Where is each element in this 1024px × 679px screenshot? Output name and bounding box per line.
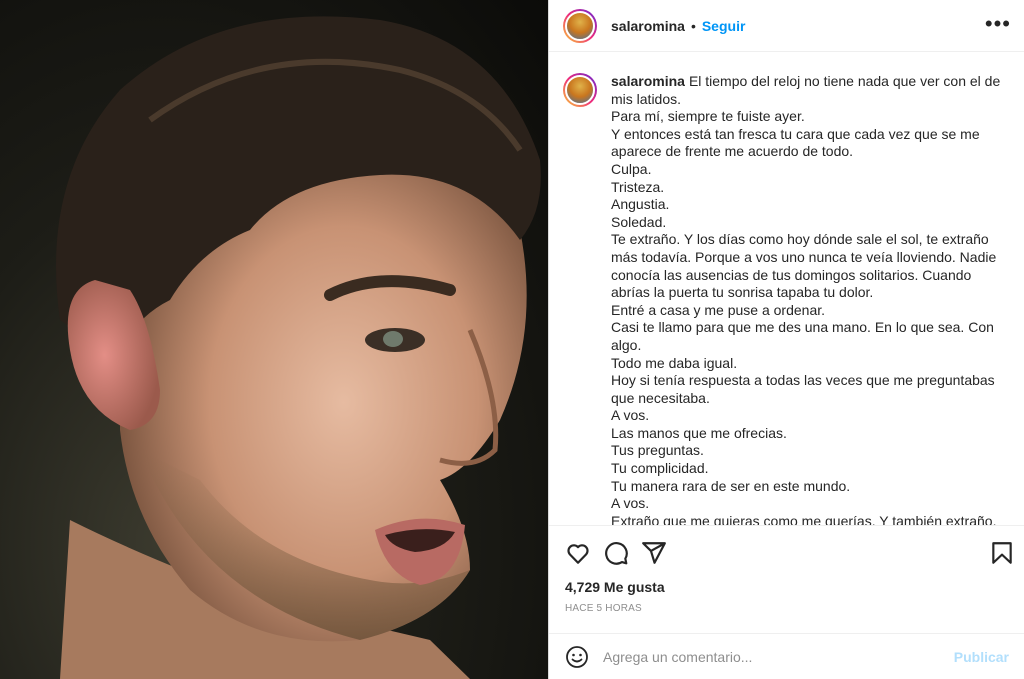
comment-input[interactable] (603, 648, 954, 665)
caption-username[interactable]: salaromina (611, 73, 685, 89)
header-username[interactable]: salaromina (611, 18, 685, 34)
heart-icon[interactable] (565, 540, 591, 566)
caption-line: A vos. (611, 407, 650, 424)
action-bar (549, 525, 1024, 579)
add-comment-bar: Publicar (549, 633, 1024, 679)
caption-line: Hoy si tenía respuesta a todas las veces… (611, 372, 995, 406)
bookmark-icon[interactable] (989, 540, 1015, 566)
caption-line: A vos. (611, 495, 650, 512)
post-side-panel: salaromina • Seguir ••• salaromina El tie… (548, 0, 1024, 679)
portrait-illustration (56, 16, 541, 679)
caption-line: Tristeza. (611, 178, 665, 195)
post-timestamp[interactable]: HACE 5 HORAS (565, 603, 642, 614)
emoji-icon[interactable] (565, 645, 589, 669)
caption-line: Soledad. (611, 213, 667, 230)
caption-line: Para mí, siempre te fuiste ayer. (611, 108, 805, 125)
avatar[interactable] (563, 8, 597, 43)
caption: salaromina El tiempo del reloj no tiene n… (563, 73, 1011, 525)
share-icon[interactable] (641, 540, 667, 566)
caption-line: salaromina El tiempo del reloj no tiene n… (611, 73, 1011, 108)
caption-line: Y entonces está tan fresca tu cara que c… (611, 125, 980, 160)
caption-text: salaromina El tiempo del reloj no tiene n… (611, 73, 1011, 525)
caption-line: Culpa. (611, 160, 652, 177)
caption-line: Entré a casa y me puse a ordenar. (611, 301, 826, 318)
caption-avatar[interactable] (563, 73, 597, 107)
comment-icon[interactable] (603, 540, 629, 566)
caption-line: Extraño que me quieras como me querías. … (611, 512, 997, 525)
caption-line: Te extraño. Y los días como hoy dónde sa… (611, 231, 997, 301)
caption-line: Casi te llamo para que me des una mano. … (611, 319, 994, 353)
comments-area[interactable]: salaromina El tiempo del reloj no tiene n… (549, 53, 1024, 525)
instagram-post: salaromina • Seguir ••• salaromina El tie… (0, 0, 1024, 679)
caption-line: Tu manera rara de ser en este mundo. (611, 477, 851, 494)
separator-dot: • (690, 17, 696, 34)
follow-button[interactable]: Seguir (702, 18, 746, 34)
caption-line: Angustia. (611, 196, 670, 213)
caption-line: Tus preguntas. (611, 442, 704, 459)
more-options-icon[interactable]: ••• (985, 13, 1011, 35)
publish-button[interactable]: Publicar (954, 649, 1009, 665)
post-header: salaromina • Seguir ••• (549, 0, 1024, 52)
caption-line: Tu complicidad. (611, 460, 709, 477)
caption-line: Todo me daba igual. (611, 354, 738, 371)
likes-count[interactable]: 4,729 Me gusta (565, 579, 665, 595)
post-photo[interactable] (0, 0, 548, 679)
caption-line: Las manos que me ofrecias. (611, 424, 787, 441)
